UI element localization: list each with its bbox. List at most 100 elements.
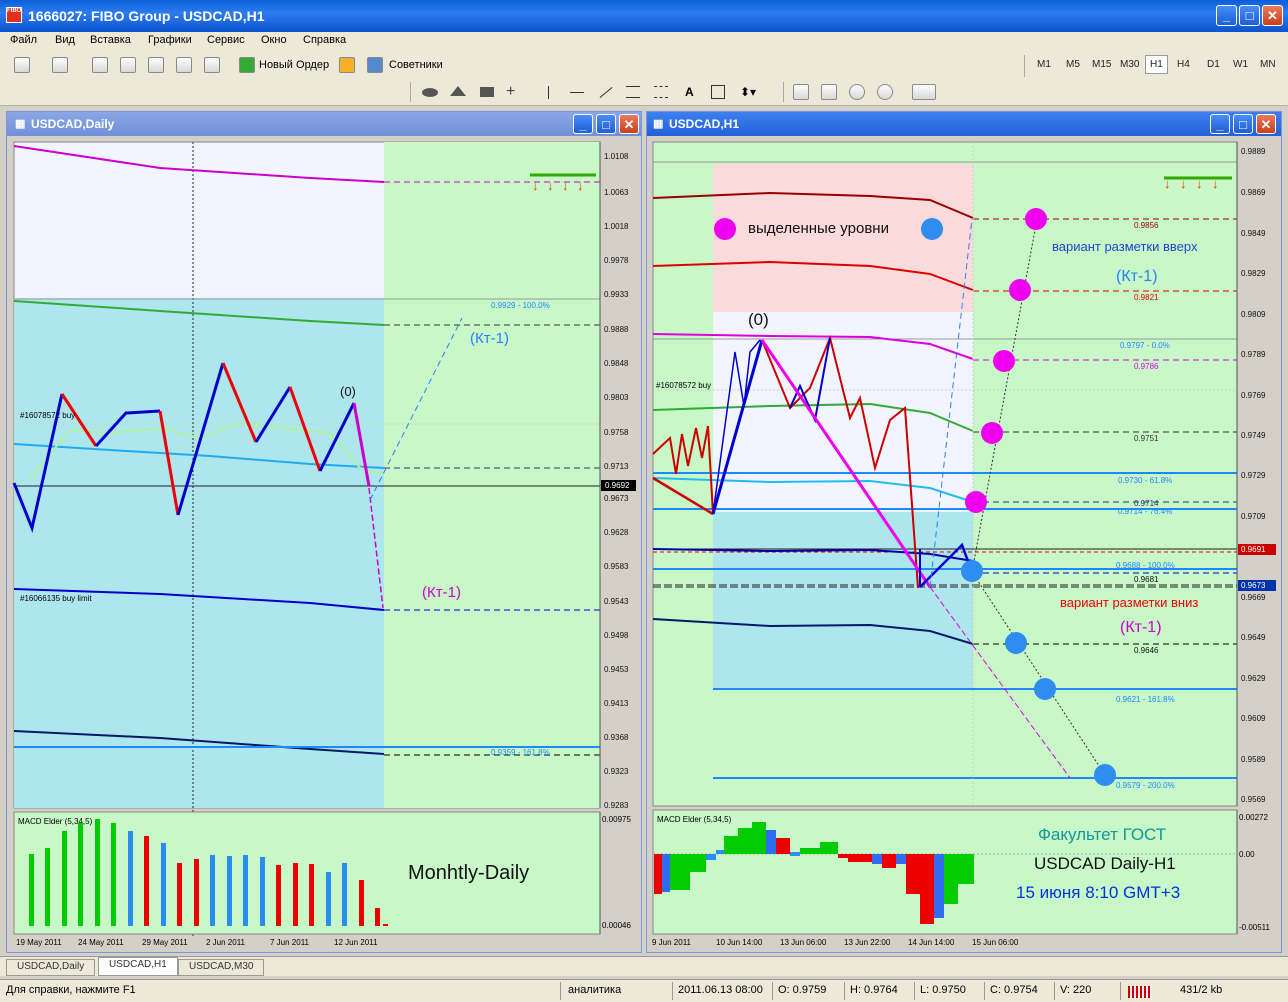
kt-up-label: (Кт-1) (1116, 268, 1158, 285)
status-help: Для справки, нажмите F1 (6, 984, 136, 996)
profiles-icon[interactable] (52, 57, 68, 73)
ellipse-tool-icon[interactable] (422, 88, 438, 97)
svg-text:0.9569: 0.9569 (1241, 795, 1266, 804)
zero-label: (0) (340, 384, 356, 399)
tf-m30[interactable]: M30 (1120, 59, 1139, 70)
tester-icon[interactable] (204, 57, 220, 73)
new-order-icon[interactable] (239, 57, 255, 73)
status-close: C: 0.9754 (990, 984, 1038, 996)
menu-file[interactable]: Файл (10, 34, 37, 46)
market-watch-icon[interactable] (92, 57, 108, 73)
svg-text:0.9786: 0.9786 (1134, 362, 1159, 371)
svg-text:0.9323: 0.9323 (604, 767, 629, 776)
svg-text:19 May 2011: 19 May 2011 (16, 938, 62, 947)
ask-price-tag: 0.9673 (1241, 581, 1266, 590)
trendline-tool-icon[interactable] (599, 86, 613, 99)
triangle-tool-icon[interactable] (450, 86, 466, 96)
arrows-tool-icon[interactable]: ⬍▾ (740, 85, 756, 99)
toolbar: Новый Ордер Советники M1 M5 M15 M30 H1 H… (0, 50, 1288, 106)
fibo-tool-icon[interactable] (654, 86, 668, 98)
tf-h1[interactable]: H1 (1145, 55, 1168, 74)
svg-text:0.9730 - 61.8%: 0.9730 - 61.8% (1118, 476, 1172, 485)
expert-icon[interactable] (339, 57, 355, 73)
channel-tool-icon[interactable] (626, 86, 640, 98)
rectangle-tool-icon[interactable] (480, 87, 494, 97)
navigator-icon[interactable] (148, 57, 164, 73)
svg-text:0.9978: 0.9978 (604, 256, 629, 265)
order-buy-limit-label: #16066135 buy limit (20, 594, 92, 603)
menu-window[interactable]: Окно (261, 34, 287, 46)
text-tool-button[interactable]: A (685, 85, 694, 99)
svg-text:0.9848: 0.9848 (604, 359, 629, 368)
autoscroll-icon[interactable] (793, 84, 809, 100)
kt-up-label: (Кт-1) (470, 330, 509, 347)
svg-text:0.9789: 0.9789 (1241, 350, 1266, 359)
daily-chart[interactable]: ↓ ↓ ↓ ↓ 0.9929 - 100.0% 0.9359 - 161.8% #16… (10, 138, 640, 951)
chart-window-title-bar: ▦ USDCAD,H1 _ □ ✕ (647, 112, 1281, 136)
menu-insert[interactable]: Вставка (90, 34, 131, 46)
svg-text:1.0063: 1.0063 (604, 188, 629, 197)
tf-h4[interactable]: H4 (1177, 59, 1190, 70)
date-axis: 19 May 2011 24 May 2011 29 May 2011 2 Ju… (16, 938, 378, 947)
svg-text:2 Jun 2011: 2 Jun 2011 (206, 938, 246, 947)
svg-text:0.9769: 0.9769 (1241, 391, 1266, 400)
svg-text:0.9543: 0.9543 (604, 597, 629, 606)
tab-usdcad-h1[interactable]: USDCAD,H1 (98, 957, 178, 976)
tf-m1[interactable]: M1 (1037, 59, 1051, 70)
chart-maximize-button[interactable]: □ (596, 114, 616, 134)
terminal-icon[interactable] (176, 57, 192, 73)
close-button[interactable]: ✕ (1262, 5, 1283, 26)
hline-tool-icon[interactable] (570, 92, 584, 93)
chart-close-button[interactable]: ✕ (1256, 114, 1276, 134)
advisors-icon[interactable] (367, 57, 383, 73)
tab-usdcad-m30[interactable]: USDCAD,M30 (178, 959, 265, 976)
tf-m5[interactable]: M5 (1066, 59, 1080, 70)
h1-chart[interactable]: выделенные уровни ↓ ↓ ↓ ↓ вариант разметки … (650, 138, 1280, 951)
chart-maximize-button[interactable]: □ (1233, 114, 1253, 134)
svg-text:29 May 2011: 29 May 2011 (142, 938, 188, 947)
svg-text:0.9621 - 161.8%: 0.9621 - 161.8% (1116, 695, 1175, 704)
crosshair-icon[interactable] (120, 57, 136, 73)
svg-text:12 Jun 2011: 12 Jun 2011 (334, 938, 378, 947)
label-tool-icon[interactable] (711, 85, 725, 99)
menu-service[interactable]: Сервис (207, 34, 245, 46)
svg-text:0.9803: 0.9803 (604, 393, 629, 402)
svg-text:0.9856: 0.9856 (1134, 221, 1159, 230)
chart-minimize-button[interactable]: _ (573, 114, 593, 134)
svg-text:0.9649: 0.9649 (1241, 633, 1266, 642)
svg-text:-0.00511: -0.00511 (1239, 923, 1271, 932)
menu-help[interactable]: Справка (303, 34, 346, 46)
svg-text:13 Jun 06:00: 13 Jun 06:00 (780, 938, 827, 947)
zoom-out-icon[interactable] (877, 84, 893, 100)
tf-d1[interactable]: D1 (1207, 59, 1220, 70)
tf-m15[interactable]: M15 (1092, 59, 1111, 70)
tf-w1[interactable]: W1 (1233, 59, 1248, 70)
maximize-button[interactable]: □ (1239, 5, 1260, 26)
chart-shift-icon[interactable] (821, 84, 837, 100)
svg-text:0.9809: 0.9809 (1241, 310, 1266, 319)
svg-text:24 May 2011: 24 May 2011 (78, 938, 124, 947)
menu-view[interactable]: Вид (55, 34, 75, 46)
svg-text:0.9713: 0.9713 (604, 462, 629, 471)
chart-close-button[interactable]: ✕ (619, 114, 639, 134)
vline-tool-icon[interactable] (548, 86, 549, 99)
date-axis: 9 Jun 2011 10 Jun 14:00 13 Jun 06:00 13 … (652, 938, 1019, 947)
new-chart-icon[interactable] (14, 57, 30, 73)
svg-text:0.9933: 0.9933 (604, 290, 629, 299)
tab-usdcad-daily[interactable]: USDCAD,Daily (6, 959, 96, 976)
zoom-in-icon[interactable] (849, 84, 865, 100)
minimize-button[interactable]: _ (1216, 5, 1237, 26)
menu-charts[interactable]: Графики (148, 34, 192, 46)
svg-text:0.9749: 0.9749 (1241, 431, 1266, 440)
crosshair-tool-icon[interactable]: + (506, 83, 515, 101)
advisors-button[interactable]: Советники (389, 59, 443, 71)
svg-text:0.9673: 0.9673 (604, 494, 629, 503)
tf-mn[interactable]: MN (1260, 59, 1276, 70)
chart-minimize-button[interactable]: _ (1210, 114, 1230, 134)
svg-text:7 Jun 2011: 7 Jun 2011 (270, 938, 310, 947)
kt-down-label: (Кт-1) (422, 584, 461, 601)
svg-text:0.00975: 0.00975 (602, 815, 631, 824)
indicators-icon[interactable] (912, 84, 936, 100)
legend-text: выделенные уровни (748, 220, 889, 237)
new-order-button[interactable]: Новый Ордер (259, 59, 329, 71)
